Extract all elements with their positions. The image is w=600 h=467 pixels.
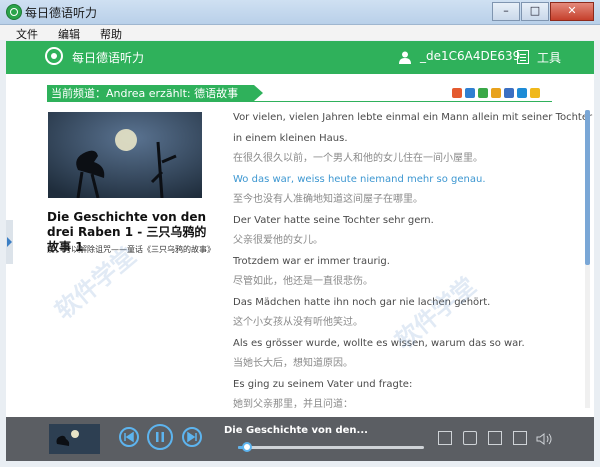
tools-icon[interactable] [517, 50, 529, 64]
transcript-line-chinese[interactable]: 尽管如此，他还是一直很悲伤。 [233, 275, 573, 296]
document-icon[interactable] [488, 431, 502, 445]
share-icon[interactable] [517, 88, 527, 98]
previous-button[interactable] [119, 427, 139, 447]
window-titlebar: 每日德语听力 – □ ✕ [0, 0, 600, 25]
now-playing-title: Die Geschichte von den... [224, 425, 368, 436]
app-logo-icon [45, 47, 63, 65]
transcript-line-german[interactable]: Trotzdem war er immer traurig. [233, 255, 573, 276]
transcript-line-german[interactable]: Es ging zu seinem Vater und fragte: [233, 378, 573, 399]
share-icon[interactable] [530, 88, 540, 98]
translate-icon[interactable] [438, 431, 452, 445]
menu-bar: 文件 编辑 帮助 [0, 25, 600, 42]
share-icon[interactable] [465, 88, 475, 98]
window-title: 每日德语听力 [25, 6, 98, 20]
share-icon[interactable] [478, 88, 488, 98]
progress-knob[interactable] [242, 442, 253, 452]
transcript-line-chinese[interactable]: 她到父亲那里，并且问道： [233, 398, 573, 419]
volume-icon[interactable] [536, 431, 552, 445]
next-button[interactable] [182, 427, 202, 447]
menu-file[interactable]: 文件 [16, 26, 38, 42]
subtitle-icon[interactable] [513, 431, 527, 445]
transcript-line-german[interactable]: Vor vielen, vielen Jahren lebte einmal e… [233, 111, 592, 132]
transcript-line-chinese[interactable]: 在很久很久以前，一个男人和他的女儿住在一间小屋里。 [233, 152, 573, 173]
transcript: Vor vielen, vielen Jahren lebte einmal e… [233, 111, 592, 419]
share-icon[interactable] [491, 88, 501, 98]
share-icon[interactable] [504, 88, 514, 98]
username[interactable]: _de1C6A4DE639 [420, 49, 520, 63]
current-channel: 当前频道：Andrea erzählt: 德语故事 [47, 85, 264, 102]
transcript-line-german[interactable]: Der Vater hatte seine Tochter sehr gern. [233, 214, 573, 235]
share-icon[interactable] [452, 88, 462, 98]
menu-edit[interactable]: 编辑 [58, 26, 80, 42]
pause-button[interactable] [147, 424, 173, 450]
screen-icon[interactable] [463, 431, 477, 445]
transcript-line-german[interactable]: in einem kleinen Haus. [233, 132, 573, 153]
app-header: 每日德语听力 _de1C6A4DE639 工具 [6, 41, 594, 74]
now-playing-thumbnail [49, 424, 100, 454]
share-icons [452, 88, 540, 98]
user-icon[interactable] [398, 50, 412, 64]
app-name: 每日德语听力 [72, 51, 145, 65]
main-panel: 当前频道：Andrea erzählt: 德语故事 Die Geschichte… [6, 74, 594, 417]
progress-bar[interactable] [238, 446, 424, 449]
transcript-line-german[interactable]: Wo das war, weiss heute niemand mehr so … [233, 173, 573, 194]
divider [47, 101, 552, 102]
cover-image[interactable] [48, 112, 202, 198]
story-subtitle: 爱，可以解除诅咒——童话《三只乌鸦的故事》 [47, 245, 215, 254]
app-logo-icon [6, 4, 22, 20]
transcript-line-chinese[interactable]: 当她长大后，想知道原因。 [233, 357, 573, 378]
minimize-button[interactable]: – [492, 2, 520, 21]
close-button[interactable]: ✕ [550, 2, 594, 21]
transcript-line-chinese[interactable]: 父亲很爱他的女儿。 [233, 234, 573, 255]
scrollbar-thumb[interactable] [585, 110, 590, 265]
collapse-sidebar-toggle[interactable] [6, 220, 13, 264]
player-bar: Die Geschichte von den... [6, 417, 594, 461]
tools-button[interactable]: 工具 [537, 49, 561, 66]
transcript-line-chinese[interactable]: 至今也没有人准确地知道这间屋子在哪里。 [233, 193, 573, 214]
menu-help[interactable]: 帮助 [100, 26, 122, 42]
maximize-button[interactable]: □ [521, 2, 549, 21]
